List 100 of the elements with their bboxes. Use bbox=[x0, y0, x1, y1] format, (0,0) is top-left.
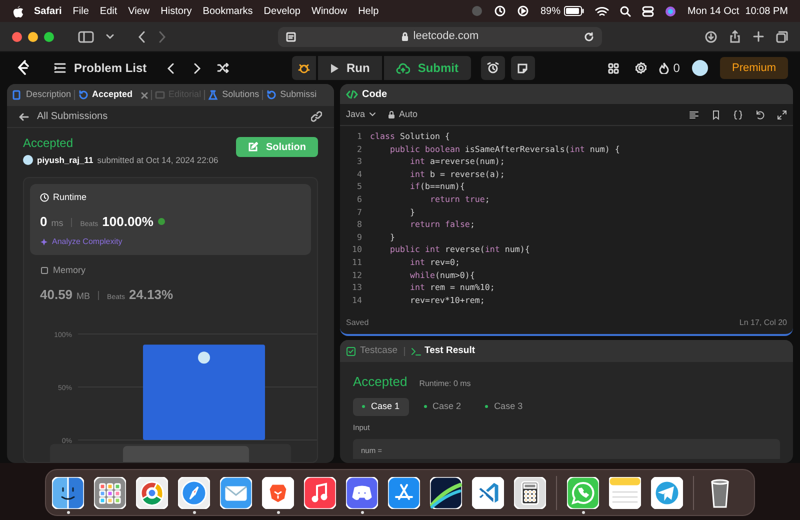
play-icon[interactable] bbox=[517, 5, 530, 17]
code-line[interactable]: } bbox=[370, 206, 415, 218]
zoom-window-button[interactable] bbox=[44, 32, 54, 42]
wifi-icon[interactable] bbox=[595, 6, 610, 16]
code-line[interactable]: while(num>0){ bbox=[370, 268, 475, 282]
format-icon[interactable] bbox=[689, 110, 699, 120]
avatar-icon[interactable] bbox=[692, 60, 708, 76]
page-icon[interactable] bbox=[286, 32, 296, 42]
plus-icon[interactable] bbox=[753, 31, 764, 42]
menu-date[interactable]: Mon 14 Oct bbox=[687, 4, 740, 18]
cursor-position: Ln 17, Col 20 bbox=[739, 317, 787, 329]
menu-item[interactable]: Help bbox=[358, 4, 379, 18]
code-line[interactable]: int rev=0; bbox=[370, 256, 460, 269]
next-icon[interactable] bbox=[194, 62, 201, 74]
language-dropdown[interactable]: Java bbox=[346, 108, 376, 122]
game-controller-icon[interactable] bbox=[346, 476, 378, 508]
code-line[interactable]: public boolean isSameAfterReversals(int num) { bbox=[370, 142, 620, 156]
code-line[interactable]: rev=rev*10+rem; bbox=[370, 294, 485, 306]
menu-item[interactable]: Bookmarks bbox=[202, 4, 253, 18]
range-handle[interactable] bbox=[123, 446, 249, 462]
menu-item[interactable]: File bbox=[72, 4, 89, 18]
close-icon[interactable] bbox=[140, 92, 148, 98]
reload-icon[interactable] bbox=[584, 32, 594, 42]
settings-icon[interactable] bbox=[635, 62, 648, 74]
tab[interactable]: Description bbox=[12, 88, 72, 102]
menu-time[interactable]: 10:08 PM bbox=[745, 4, 788, 18]
music-note-icon[interactable] bbox=[304, 476, 336, 508]
toggles-icon[interactable] bbox=[642, 6, 654, 16]
list-icon bbox=[54, 63, 66, 73]
search-icon[interactable] bbox=[620, 6, 632, 16]
code-line[interactable]: int rem = num%10; bbox=[370, 281, 495, 294]
tab[interactable]: Test Result bbox=[410, 344, 476, 358]
code-editor-icon[interactable] bbox=[472, 476, 504, 508]
code-line[interactable]: if(b==num){ bbox=[370, 180, 465, 193]
notepad-icon[interactable] bbox=[609, 476, 641, 508]
chevron-down-icon[interactable] bbox=[106, 34, 114, 40]
shuffle-icon[interactable] bbox=[216, 63, 229, 73]
phone-chat-icon[interactable] bbox=[567, 476, 599, 508]
code-line[interactable]: } bbox=[370, 230, 395, 244]
tab[interactable]: Testcase bbox=[346, 344, 398, 358]
layout-icon[interactable] bbox=[608, 62, 620, 74]
line-number: 5 bbox=[356, 180, 363, 193]
menu-item[interactable]: Edit bbox=[100, 4, 118, 18]
sidebar-icon[interactable] bbox=[78, 30, 94, 42]
case-tab[interactable]: Case 2 bbox=[414, 398, 470, 416]
menu-item[interactable]: History bbox=[160, 4, 192, 18]
flame-icon[interactable] bbox=[659, 62, 670, 74]
tab[interactable]: Submissi bbox=[266, 88, 317, 102]
clock-icon[interactable] bbox=[494, 5, 506, 17]
braces-icon[interactable] bbox=[733, 110, 743, 120]
code-line[interactable]: int b = reverse(a); bbox=[370, 168, 505, 180]
launchpad-icon[interactable] bbox=[94, 476, 126, 508]
case-tab[interactable]: Case 1 bbox=[353, 398, 409, 416]
calculator-icon[interactable] bbox=[514, 476, 546, 508]
problem-list-button[interactable]: Problem List bbox=[54, 59, 147, 77]
swoosh-icon[interactable] bbox=[430, 476, 462, 508]
battery-icon[interactable] bbox=[564, 6, 584, 16]
previous-icon[interactable] bbox=[166, 62, 174, 74]
notes-button[interactable] bbox=[510, 56, 534, 80]
siri-icon[interactable] bbox=[665, 6, 676, 16]
close-window-button[interactable] bbox=[12, 32, 22, 42]
apple-icon[interactable] bbox=[12, 4, 23, 18]
debug-button[interactable] bbox=[292, 56, 316, 80]
browser-ring-icon[interactable] bbox=[136, 476, 168, 508]
tabs-icon[interactable] bbox=[776, 30, 788, 42]
menu-item[interactable]: Window bbox=[312, 4, 348, 18]
tab[interactable]: Accepted bbox=[78, 88, 148, 102]
bookmark-icon[interactable] bbox=[711, 110, 721, 120]
code-line[interactable]: return false; bbox=[370, 218, 475, 231]
timer-button[interactable] bbox=[480, 56, 504, 80]
run-button[interactable]: Run bbox=[318, 56, 382, 80]
app-store-icon[interactable] bbox=[388, 476, 420, 508]
link-icon[interactable] bbox=[311, 111, 322, 122]
code-line[interactable]: public int reverse(int num){ bbox=[370, 243, 530, 256]
code-line[interactable]: int a=reverse(num); bbox=[370, 155, 505, 168]
sparkle-icon bbox=[40, 238, 48, 246]
minimize-window-button[interactable] bbox=[28, 32, 38, 42]
app-name[interactable]: Safari bbox=[34, 4, 62, 18]
expand-icon[interactable] bbox=[777, 110, 787, 120]
logo-icon[interactable] bbox=[16, 60, 30, 76]
address-bar[interactable]: leetcode.com bbox=[278, 26, 602, 46]
finder-icon[interactable] bbox=[52, 476, 84, 508]
code-line[interactable]: class Solution { bbox=[370, 130, 450, 143]
compass-icon[interactable] bbox=[178, 476, 210, 508]
menu-item[interactable]: View bbox=[128, 4, 150, 18]
paper-plane-icon[interactable] bbox=[651, 476, 683, 508]
all-submissions-link[interactable]: All Submissions bbox=[19, 109, 108, 124]
username[interactable]: piyush_raj_11 bbox=[37, 154, 94, 167]
menu-item[interactable]: Develop bbox=[264, 4, 300, 18]
back-icon[interactable] bbox=[138, 30, 146, 42]
download-icon[interactable] bbox=[705, 30, 717, 42]
line-number: 9 bbox=[356, 230, 363, 244]
mail-icon[interactable] bbox=[220, 476, 252, 508]
code-line[interactable]: return true; bbox=[370, 192, 490, 206]
share-icon[interactable] bbox=[729, 30, 741, 43]
premium-button[interactable]: Premium bbox=[720, 57, 788, 79]
submit-button[interactable]: Submit bbox=[384, 56, 470, 80]
reset-icon[interactable] bbox=[755, 110, 765, 120]
case-tab[interactable]: Case 3 bbox=[476, 398, 532, 416]
tab[interactable]: Solutions bbox=[208, 88, 260, 102]
